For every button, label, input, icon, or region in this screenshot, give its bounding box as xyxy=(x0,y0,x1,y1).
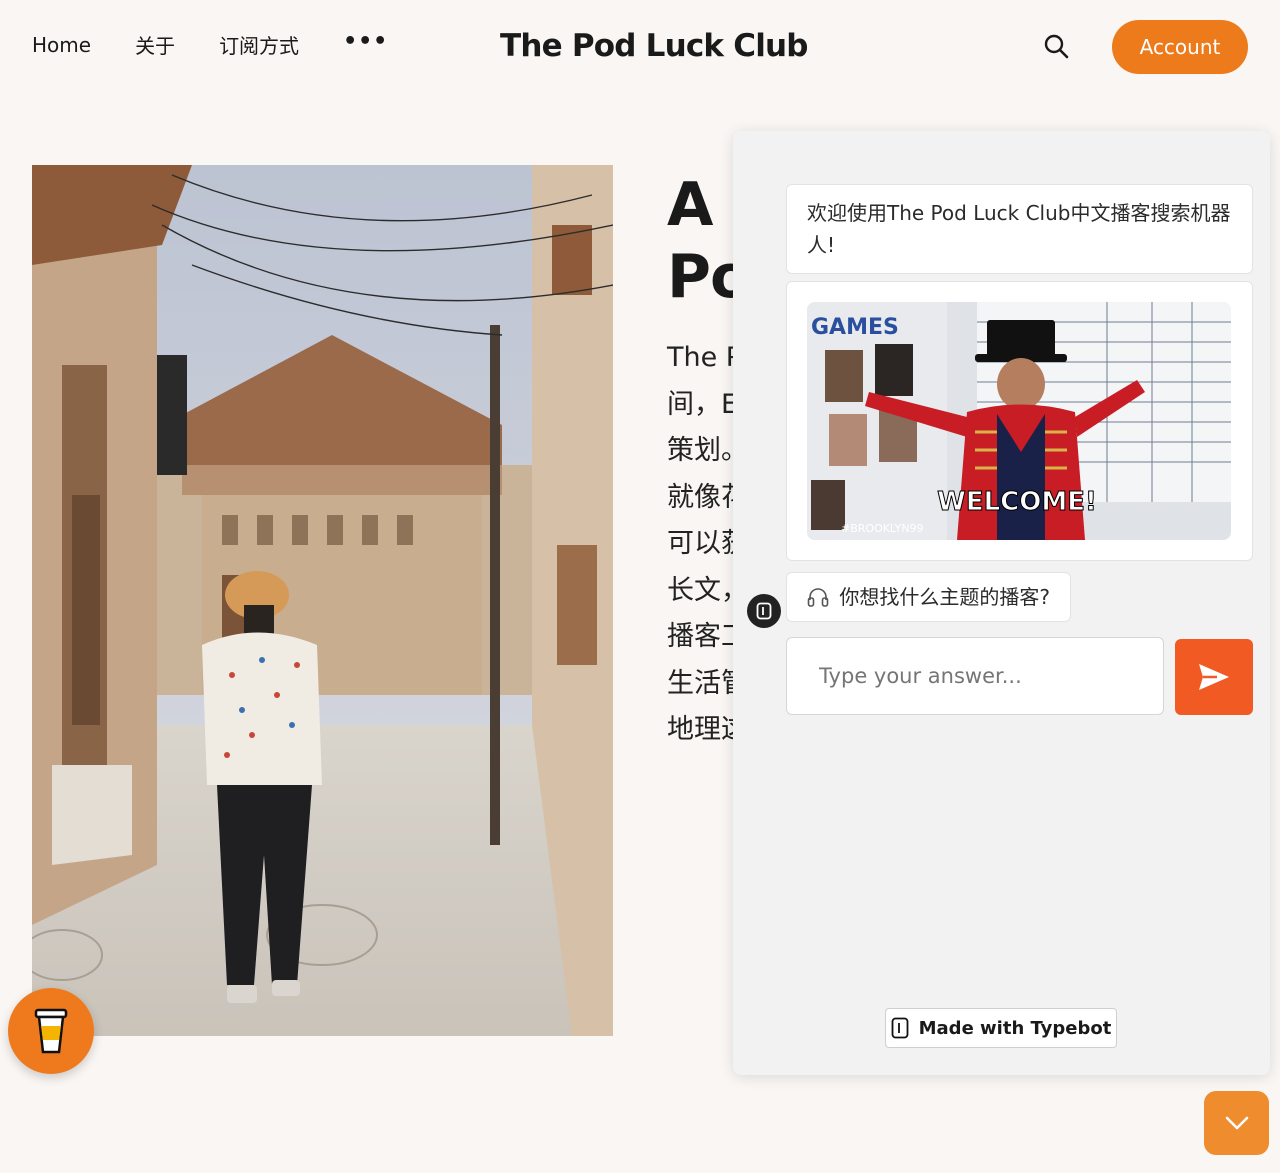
nav-item-about[interactable]: 关于 xyxy=(135,30,175,59)
nav-item-home[interactable]: Home xyxy=(32,33,91,57)
badge-label: Made with Typebot xyxy=(918,1017,1112,1039)
send-icon xyxy=(1199,664,1229,690)
search-icon[interactable] xyxy=(1042,32,1072,62)
typebot-logo-icon xyxy=(891,1017,909,1039)
chevron-down-icon xyxy=(1225,1116,1248,1130)
buy-me-a-coffee-button[interactable] xyxy=(8,988,94,1074)
answer-input[interactable] xyxy=(786,637,1164,715)
welcome-gif: GAMES WELCOME! #BROOKLYN99 xyxy=(807,302,1231,540)
account-button[interactable]: Account xyxy=(1112,20,1248,74)
main-nav: Home 关于 订阅方式 ••• xyxy=(32,30,388,59)
chat-collapse-button[interactable] xyxy=(1204,1091,1269,1155)
hero-photo xyxy=(32,165,613,1036)
send-button[interactable] xyxy=(1175,639,1253,715)
chatbot-panel: 欢迎使用The Pod Luck Club中文播客搜索机器人! GAMES WE… xyxy=(733,131,1270,1075)
site-title[interactable]: The Pod Luck Club xyxy=(500,28,808,64)
question-text: 你想找什么主题的播客? xyxy=(839,585,1050,609)
welcome-gif-message: GAMES WELCOME! #BROOKLYN99 xyxy=(786,281,1253,561)
welcome-message: 欢迎使用The Pod Luck Club中文播客搜索机器人! xyxy=(786,184,1253,274)
coffee-cup-icon xyxy=(34,1008,68,1054)
headphones-icon xyxy=(807,585,839,609)
gif-hashtag: #BROOKLYN99 xyxy=(841,522,924,535)
made-with-typebot-badge[interactable]: Made with Typebot xyxy=(885,1008,1117,1048)
nav-item-subscribe[interactable]: 订阅方式 xyxy=(219,30,299,59)
nav-more-button[interactable]: ••• xyxy=(343,30,388,53)
gif-caption: WELCOME! xyxy=(937,487,1097,517)
question-message: 你想找什么主题的播客? xyxy=(786,572,1071,622)
gif-board-label: GAMES xyxy=(811,315,899,340)
typebot-avatar-icon xyxy=(747,594,781,628)
site-header: Home 关于 订阅方式 ••• The Pod Luck Club Accou… xyxy=(0,0,1280,95)
